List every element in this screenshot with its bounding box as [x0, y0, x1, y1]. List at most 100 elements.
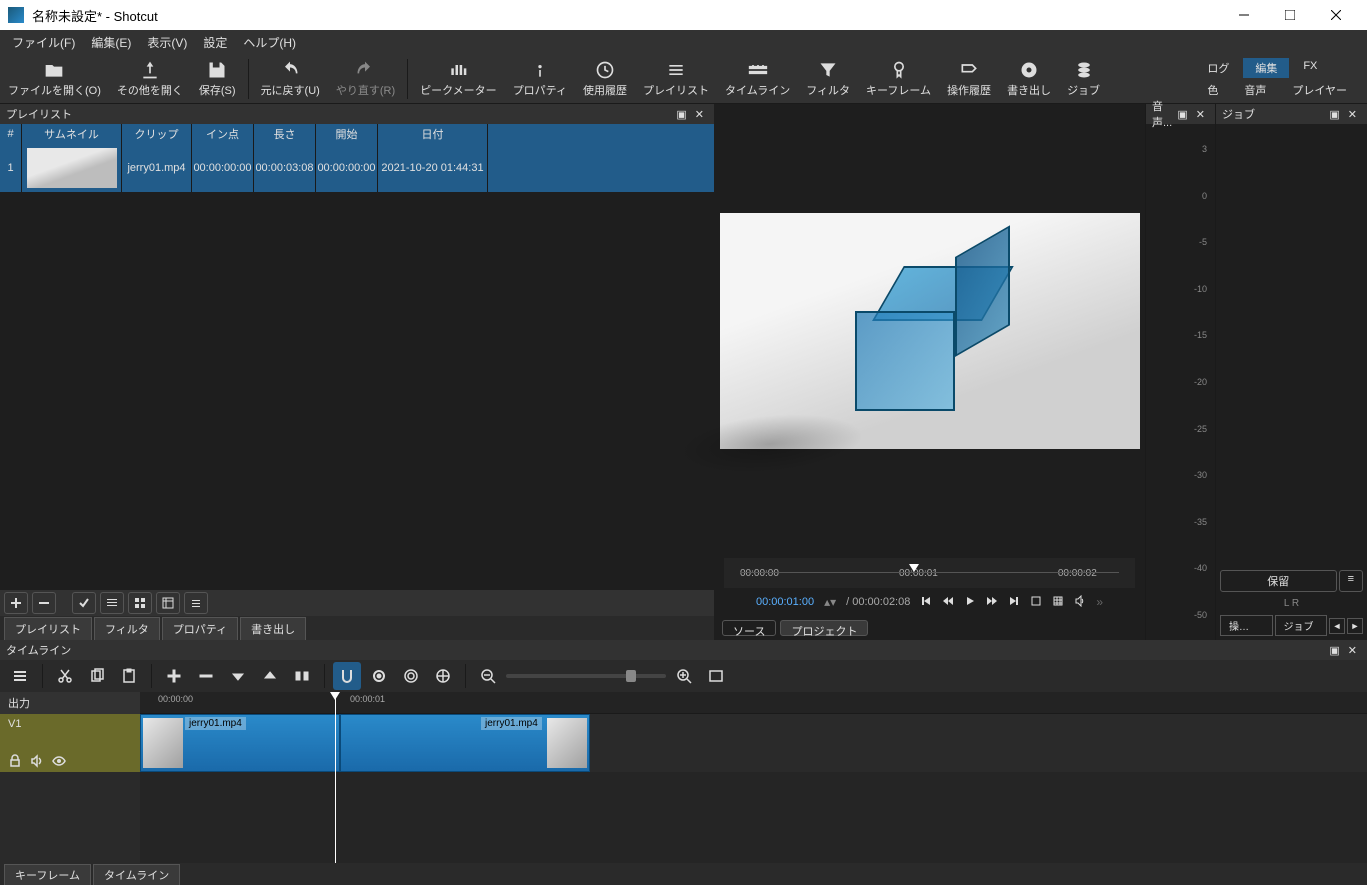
cut-icon[interactable]: [51, 662, 79, 690]
menu-edit[interactable]: 編集(E): [83, 30, 139, 54]
forward-icon[interactable]: [986, 595, 998, 610]
prev-arrow-icon[interactable]: ◄: [1329, 618, 1345, 634]
zoom-in-icon[interactable]: [670, 662, 698, 690]
list-view-button[interactable]: [100, 592, 124, 614]
history-button[interactable]: 使用履歴: [575, 55, 635, 103]
timeline-button[interactable]: タイムライン: [717, 55, 798, 103]
zoom-out-icon[interactable]: [474, 662, 502, 690]
mute-icon[interactable]: [30, 754, 44, 768]
tab-project[interactable]: プロジェクト: [780, 620, 868, 636]
rewind-icon[interactable]: [942, 595, 954, 610]
undock-icon[interactable]: ▣: [1173, 108, 1191, 121]
ops-tab[interactable]: 操…: [1220, 615, 1273, 636]
add-button[interactable]: [4, 592, 28, 614]
timeline-clip[interactable]: jerry01.mp4: [340, 714, 590, 772]
timeline-panel: タイムライン▣✕ 出力 V1: [0, 640, 1367, 863]
menu-view[interactable]: 表示(V): [139, 30, 195, 54]
menu-button[interactable]: [184, 592, 208, 614]
close-icon[interactable]: ✕: [1344, 644, 1361, 657]
skip-end-icon[interactable]: [1008, 595, 1020, 610]
operations-button[interactable]: 操作履歴: [939, 55, 999, 103]
check-button[interactable]: [72, 592, 96, 614]
skip-start-icon[interactable]: [920, 595, 932, 610]
menu-file[interactable]: ファイル(F): [4, 30, 83, 54]
menu-settings[interactable]: 設定: [195, 30, 235, 54]
snap-icon[interactable]: [333, 662, 361, 690]
titlebar: 名称未設定* - Shotcut: [0, 0, 1367, 30]
peakmeter-button[interactable]: ピークメーター: [412, 55, 505, 103]
overwrite-icon[interactable]: [256, 662, 284, 690]
undock-icon[interactable]: ▣: [1325, 108, 1343, 121]
edit-tab[interactable]: 編集: [1243, 58, 1289, 78]
lift-icon[interactable]: [224, 662, 252, 690]
grid-view-button[interactable]: [128, 592, 152, 614]
play-icon[interactable]: [964, 595, 976, 610]
playlist-row[interactable]: 1 jerry01.mp4 00:00:00:00 00:00:03:08 00…: [0, 144, 714, 192]
zoom-fit-icon[interactable]: [702, 662, 730, 690]
close-icon[interactable]: ✕: [1344, 108, 1361, 121]
scrub-icon[interactable]: [365, 662, 393, 690]
jobs-menu-icon[interactable]: ≡: [1339, 570, 1363, 592]
player-tab[interactable]: プレイヤー: [1280, 80, 1359, 100]
split-icon[interactable]: [288, 662, 316, 690]
ripple-icon[interactable]: [397, 662, 425, 690]
tab-property[interactable]: プロパティ: [162, 617, 238, 640]
audio-tab[interactable]: 音声: [1232, 80, 1278, 100]
next-arrow-icon[interactable]: ►: [1347, 618, 1363, 634]
export-button[interactable]: 書き出し: [999, 55, 1059, 103]
preview-scrubber[interactable]: 00:00:00 00:00:01 00:00:02: [724, 558, 1135, 588]
redo-button[interactable]: やり直す(R): [328, 55, 403, 103]
playhead[interactable]: [335, 692, 336, 863]
tab-filter[interactable]: フィルタ: [94, 617, 160, 640]
open-other-button[interactable]: その他を開く: [109, 55, 191, 103]
log-tab[interactable]: ログ: [1195, 58, 1241, 78]
lock-icon[interactable]: [8, 754, 22, 768]
zoom-slider[interactable]: [506, 674, 666, 678]
close-icon[interactable]: ✕: [1192, 108, 1209, 121]
tab-timeline[interactable]: タイムライン: [93, 864, 180, 885]
menu-help[interactable]: ヘルプ(H): [235, 30, 304, 54]
detail-view-button[interactable]: [156, 592, 180, 614]
preview-viewport[interactable]: [714, 104, 1145, 558]
undock-icon[interactable]: ▣: [1325, 644, 1343, 657]
current-time[interactable]: 00:00:01:00: [756, 596, 814, 608]
volume-icon[interactable]: [1074, 595, 1086, 610]
paste-icon[interactable]: [115, 662, 143, 690]
minimize-button[interactable]: [1221, 0, 1267, 30]
save-button[interactable]: 保存(S): [191, 55, 244, 103]
playlist-panel: プレイリスト ▣ ✕ # サムネイル クリップ イン点 長さ 開始 日付 1 j…: [0, 104, 714, 640]
timeline-ruler[interactable]: 00:00:00 00:00:01: [140, 692, 1367, 714]
tab-keyframe[interactable]: キーフレーム: [4, 864, 91, 885]
timeline-clip[interactable]: jerry01.mp4: [140, 714, 340, 772]
close-icon[interactable]: ✕: [691, 108, 708, 121]
undock-icon[interactable]: ▣: [672, 108, 690, 121]
grid-icon[interactable]: [1052, 595, 1064, 610]
timeline-tracks[interactable]: 00:00:00 00:00:01 jerry01.mp4 jerry01.mp…: [140, 692, 1367, 863]
tab-export[interactable]: 書き出し: [240, 617, 306, 640]
keyframe-button[interactable]: キーフレーム: [858, 55, 939, 103]
copy-icon[interactable]: [83, 662, 111, 690]
jobs-button[interactable]: ジョブ: [1059, 55, 1108, 103]
fx-tab[interactable]: FX: [1291, 58, 1329, 78]
output-label[interactable]: 出力: [0, 692, 140, 714]
open-file-button[interactable]: ファイルを開く(O): [0, 55, 109, 103]
undo-button[interactable]: 元に戻す(U): [253, 55, 328, 103]
maximize-button[interactable]: [1267, 0, 1313, 30]
property-button[interactable]: プロパティ: [505, 55, 575, 103]
remove-button[interactable]: [32, 592, 56, 614]
jobs-tab[interactable]: ジョブ: [1275, 615, 1328, 636]
filter-button[interactable]: フィルタ: [798, 55, 858, 103]
tab-source[interactable]: ソース: [722, 620, 776, 636]
close-button[interactable]: [1313, 0, 1359, 30]
hold-button[interactable]: 保留: [1220, 570, 1337, 592]
tab-playlist[interactable]: プレイリスト: [4, 617, 92, 640]
playlist-button[interactable]: プレイリスト: [635, 55, 717, 103]
append-icon[interactable]: [160, 662, 188, 690]
track-header-v1[interactable]: V1: [0, 714, 140, 772]
remove-icon[interactable]: [192, 662, 220, 690]
zoom-icon[interactable]: [1030, 595, 1042, 610]
hide-icon[interactable]: [52, 754, 66, 768]
ripple-all-icon[interactable]: [429, 662, 457, 690]
color-tab[interactable]: 色: [1195, 80, 1230, 100]
menu-icon[interactable]: [6, 662, 34, 690]
